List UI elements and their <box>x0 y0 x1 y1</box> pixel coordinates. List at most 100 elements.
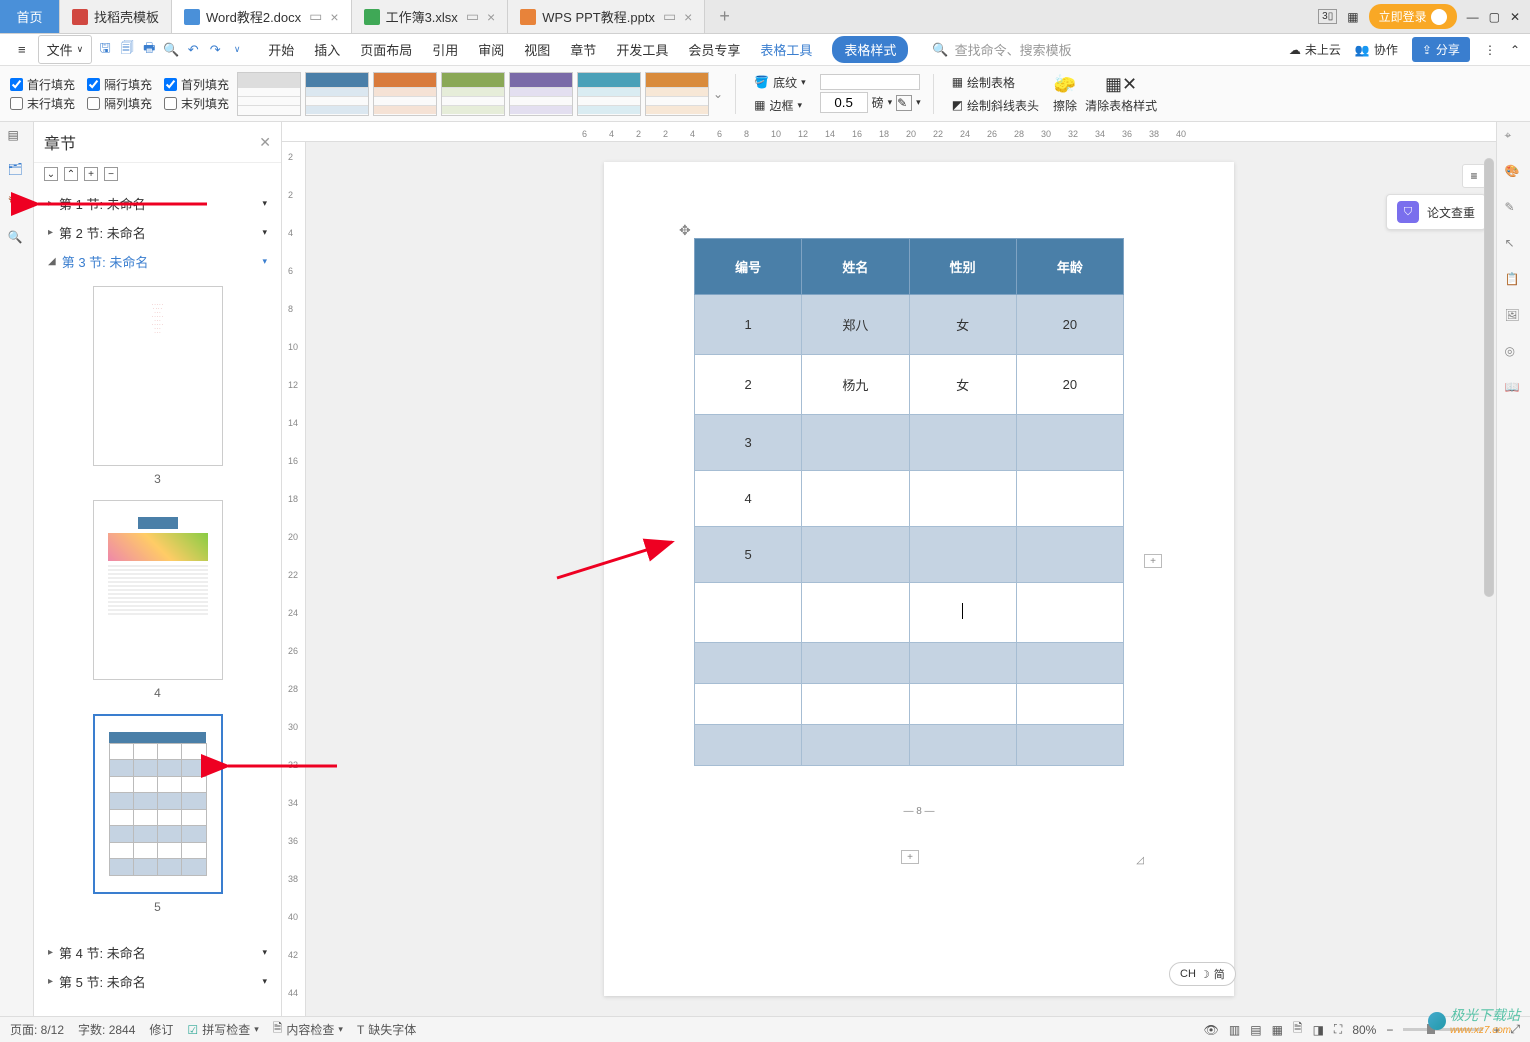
table-row[interactable]: 1郑八女20 <box>695 295 1124 355</box>
opt-first-col[interactable]: 首列填充 <box>164 76 229 93</box>
more-icon[interactable]: ⋮ <box>1484 43 1496 57</box>
page-thumbnail[interactable] <box>93 714 223 894</box>
gallery-more-icon[interactable]: ⌄ <box>713 87 723 101</box>
ime-indicator[interactable]: CH ☽简 <box>1169 962 1236 986</box>
save-as-icon[interactable]: 🗐 <box>118 41 136 59</box>
close-icon[interactable]: × <box>330 9 338 25</box>
nav-item[interactable]: ▸第 4 节: 未命名▾ <box>34 938 281 967</box>
coop-button[interactable]: 👥协作 <box>1355 41 1398 58</box>
tab-ppt[interactable]: WPS PPT教程.pptx▭× <box>508 0 705 33</box>
style-swatch[interactable] <box>577 72 641 116</box>
opt-last-col[interactable]: 末列填充 <box>164 95 229 112</box>
document-page[interactable]: ✥ 编号 姓名 性别 年龄 1郑八女20 2杨九女20 3 4 5 <box>604 162 1234 996</box>
menu-member[interactable]: 会员专享 <box>688 36 740 63</box>
shading-button[interactable]: 🪣底纹▾ <box>748 72 812 93</box>
border-width-input[interactable] <box>820 92 868 113</box>
ruler-toggle-icon[interactable]: ◨ <box>1313 1023 1324 1037</box>
window-close[interactable]: ✕ <box>1510 10 1520 24</box>
undo-icon[interactable]: ↶ <box>184 41 202 59</box>
vertical-scrollbar[interactable] <box>1484 158 1494 1002</box>
menu-review[interactable]: 审阅 <box>478 36 504 63</box>
style-swatch[interactable] <box>509 72 573 116</box>
tab-template[interactable]: 找稻壳模板 <box>60 0 172 33</box>
menu-reference[interactable]: 引用 <box>432 36 458 63</box>
tab-sheet[interactable]: 工作簿3.xlsx▭× <box>352 0 509 33</box>
read-icon[interactable]: 📖 <box>1505 380 1523 398</box>
clipboard-icon[interactable]: 📋 <box>1505 272 1523 290</box>
tab-menu-icon[interactable]: ▭ <box>466 8 479 25</box>
tab-word-doc[interactable]: Word教程2.docx▭× <box>172 0 352 33</box>
tab-menu-icon[interactable]: ▭ <box>309 8 322 25</box>
location-icon[interactable]: ◎ <box>1505 344 1523 362</box>
zoom-fit-icon[interactable]: ⛶ <box>1334 1022 1342 1037</box>
opt-last-row[interactable]: 末行填充 <box>10 95 75 112</box>
eraser-icon[interactable]: 🧽 <box>1054 74 1076 95</box>
style-panel-icon[interactable]: 🎨 <box>1505 164 1523 182</box>
table-row[interactable]: 2杨九女20 <box>695 355 1124 415</box>
page-indicator[interactable]: 页面: 8/12 <box>10 1021 64 1038</box>
border-button[interactable]: ▦边框▾ <box>748 95 812 116</box>
select-panel-icon[interactable]: ⌖ <box>1505 128 1523 146</box>
view-read-icon[interactable]: 🗎 <box>1293 1019 1303 1040</box>
view-page-icon[interactable]: ▥ <box>1229 1023 1240 1037</box>
find-icon[interactable]: 🔍 <box>8 230 26 248</box>
table-row[interactable] <box>695 684 1124 725</box>
menu-view[interactable]: 视图 <box>524 36 550 63</box>
table-row[interactable] <box>695 725 1124 766</box>
table-row[interactable]: 3 <box>695 415 1124 471</box>
window-minimize[interactable]: — <box>1467 10 1479 24</box>
vertical-ruler[interactable]: 2246810121416182022242628303234363840424… <box>282 142 306 1016</box>
clear-style-icon[interactable]: ▦✕ <box>1105 74 1137 95</box>
draw-table-button[interactable]: ▦绘制表格 <box>946 72 1045 93</box>
nav-item[interactable]: ▸第 1 节: 未命名▾ <box>34 189 281 218</box>
table-style-gallery[interactable]: ⌄ <box>237 72 723 116</box>
view-web-icon[interactable]: ▦ <box>1272 1023 1283 1037</box>
print-icon[interactable]: 🖶 <box>140 41 158 59</box>
missing-font[interactable]: T缺失字体 <box>357 1021 416 1038</box>
qat-dropdown-icon[interactable]: ∨ <box>228 41 246 59</box>
spell-check[interactable]: ☑拼写检查▾ <box>187 1021 258 1038</box>
horizontal-ruler[interactable]: 642246810121416182022242628303234363840 <box>282 122 1496 142</box>
nav-close-icon[interactable]: ✕ <box>259 134 271 151</box>
menu-table-tool[interactable]: 表格工具 <box>760 36 812 63</box>
tab-menu-icon[interactable]: ▭ <box>663 8 676 25</box>
cloud-status[interactable]: ☁未上云 <box>1289 41 1341 58</box>
document-table[interactable]: 编号 姓名 性别 年龄 1郑八女20 2杨九女20 3 4 5 <box>694 238 1124 766</box>
scrollbar-thumb[interactable] <box>1484 158 1494 597</box>
close-icon[interactable]: × <box>684 9 692 25</box>
command-search[interactable]: 🔍 查找命令、搜索模板 <box>932 40 1071 59</box>
add-column-handle[interactable]: + <box>1144 554 1162 568</box>
nav-item[interactable]: ▸第 2 节: 未命名▾ <box>34 218 281 247</box>
table-header[interactable]: 性别 <box>909 239 1016 295</box>
apps-icon[interactable]: ▦ <box>1347 10 1358 24</box>
table-move-handle[interactable]: ✥ <box>679 222 691 239</box>
app-menu-icon[interactable]: ≡ <box>10 38 34 61</box>
nav-item[interactable]: ◢第 3 节: 未命名▾ <box>34 247 281 276</box>
menu-table-style[interactable]: 表格样式 <box>832 36 908 63</box>
opt-alt-col[interactable]: 隔列填充 <box>87 95 152 112</box>
table-row[interactable]: 4 <box>695 471 1124 527</box>
sections-icon[interactable]: 🗂 <box>8 162 26 180</box>
menu-layout[interactable]: 页面布局 <box>360 36 412 63</box>
draw-diagonal-button[interactable]: ◩绘制斜线表头 <box>946 95 1045 116</box>
pen-color-icon[interactable]: ✎ <box>896 95 912 111</box>
file-menu[interactable]: 文件∨ <box>38 35 93 64</box>
menu-section[interactable]: 章节 <box>570 36 596 63</box>
opt-alt-row[interactable]: 隔行填充 <box>87 76 152 93</box>
zoom-level[interactable]: 80% <box>1352 1023 1376 1037</box>
nav-item[interactable]: ▸第 5 节: 未命名▾ <box>34 967 281 996</box>
bookmark-icon[interactable]: 🔖 <box>8 196 26 214</box>
close-icon[interactable]: × <box>487 9 495 25</box>
style-swatch[interactable] <box>373 72 437 116</box>
table-header[interactable]: 姓名 <box>802 239 909 295</box>
add-section-icon[interactable]: + <box>84 167 98 181</box>
collapse-ribbon-icon[interactable]: ⌃ <box>1510 43 1520 57</box>
view-outline-icon[interactable]: ▤ <box>1250 1023 1261 1037</box>
edit-panel-icon[interactable]: ✎ <box>1505 200 1523 218</box>
opt-first-row[interactable]: 首行填充 <box>10 76 75 93</box>
page-thumbnail[interactable]: · · · · ·· · · ·· · ·· · · · ·· · ·· · ·… <box>93 286 223 466</box>
resize-handle-icon[interactable]: ◿ <box>1136 855 1144 866</box>
menu-insert[interactable]: 插入 <box>314 36 340 63</box>
content-check[interactable]: 🗎内容检查▾ <box>273 1019 343 1040</box>
table-header[interactable]: 年龄 <box>1016 239 1123 295</box>
